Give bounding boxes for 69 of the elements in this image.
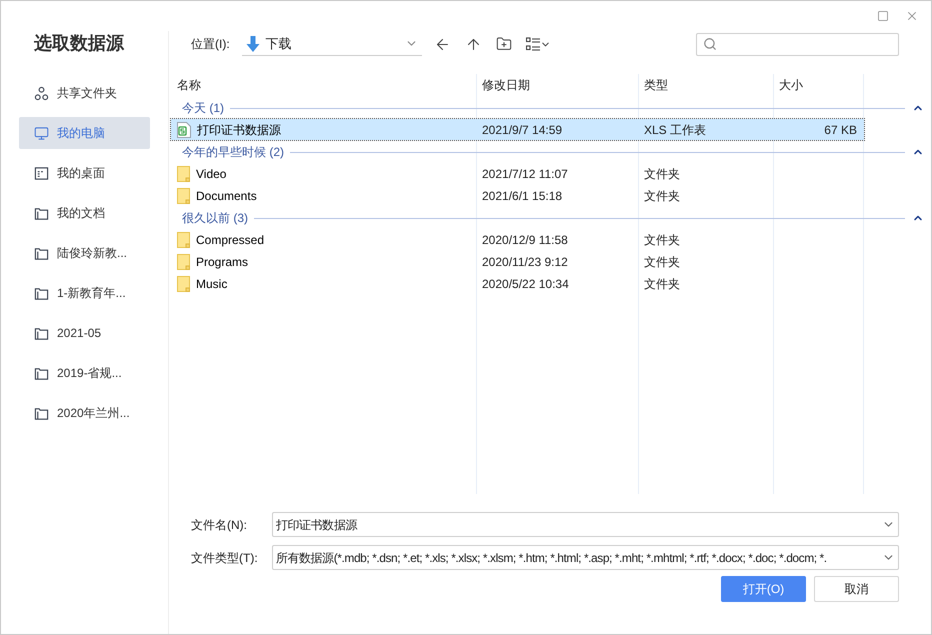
- date-cell-text: 2021/6/1 15:18: [481, 188, 564, 204]
- type-cell-text: 文件夹: [643, 166, 681, 182]
- search-icon: [703, 37, 717, 51]
- sidebar-item[interactable]: 我的桌面: [19, 157, 150, 189]
- field-label: 文件名(N):: [191, 516, 248, 534]
- sidebar-item[interactable]: 2019-省规...: [19, 357, 150, 389]
- sidebar-item[interactable]: 1-新教育年...: [19, 277, 150, 309]
- folder-icon: [34, 366, 49, 380]
- file-row[interactable]: Documents 2021/6/1 15:18 文件夹: [171, 185, 864, 206]
- folder-icon: [177, 166, 190, 182]
- file-row[interactable]: 打印证书数据源 2021/9/7 14:59 XLS 工作表 67 KB: [171, 119, 864, 140]
- type-cell-text: 文件夹: [643, 232, 681, 248]
- monitor-icon: [34, 126, 49, 140]
- sidebar-item[interactable]: 2020年兰州...: [19, 397, 150, 429]
- folder-icon: [177, 188, 190, 204]
- combo-field[interactable]: 打印证书数据源: [272, 512, 899, 537]
- combo-field[interactable]: 所有数据源(*.mdb; *.dsn; *.et; *.xls; *.xlsx; *.xlsm; *.htm; *.html; *.asp; *.mht; *.mhtml; *.rtf; *.docx; *.doc; *.docm; *.: [272, 545, 899, 570]
- date-cell-text: 2020/5/22 10:34: [481, 276, 570, 292]
- view-menu-icon[interactable]: [526, 37, 551, 51]
- file-name: Music: [196, 276, 228, 292]
- field-label: 文件类型(T):: [191, 550, 259, 566]
- share-icon: [34, 86, 49, 100]
- download-arrow-icon: [246, 36, 260, 52]
- file-name: Video: [196, 166, 226, 182]
- spreadsheet-file-icon: [177, 122, 191, 138]
- file-row[interactable]: Programs 2020/11/23 9:12 文件夹: [171, 251, 864, 272]
- location-label: 位置(I):: [191, 36, 230, 53]
- folder-icon: [34, 206, 49, 220]
- location-dropdown[interactable]: 下载: [242, 32, 422, 56]
- folder-icon: [177, 232, 190, 248]
- new-folder-icon[interactable]: [496, 36, 512, 52]
- column-header[interactable]: 大小: [773, 76, 863, 94]
- column-header[interactable]: 名称: [171, 76, 476, 94]
- type-cell-text: 文件夹: [643, 188, 681, 204]
- date-cell-text: 2021/7/12 11:07: [481, 166, 569, 182]
- date-cell-text: 2020/12/9 11:58: [481, 232, 569, 248]
- folder-icon: [34, 326, 49, 340]
- open-button[interactable]: 打开(O): [721, 576, 806, 602]
- folder-icon: [177, 254, 190, 270]
- folder-icon: [34, 286, 49, 300]
- cancel-button[interactable]: 取消: [814, 576, 899, 602]
- file-name: Programs: [196, 254, 248, 270]
- file-row[interactable]: Music 2020/5/22 10:34 文件夹: [171, 273, 864, 294]
- maximize-icon[interactable]: [877, 10, 889, 22]
- type-cell-text: 文件夹: [643, 254, 681, 270]
- type-cell-text: 文件夹: [643, 276, 681, 292]
- type-cell-text: XLS 工作表: [643, 122, 708, 138]
- sidebar-item[interactable]: 我的文档: [19, 197, 150, 229]
- file-row[interactable]: Compressed 2020/12/9 11:58 文件夹: [171, 229, 864, 250]
- size-cell-text: 67 KB: [824, 122, 857, 138]
- sidebar-item[interactable]: 2021-05: [19, 317, 150, 349]
- desktop-icon: [34, 166, 49, 180]
- folder-icon: [177, 276, 190, 292]
- date-cell-text: 2020/11/23 9:12: [481, 254, 569, 270]
- file-name: Compressed: [196, 232, 264, 248]
- dialog-title: 选取数据源: [33, 32, 126, 55]
- column-header[interactable]: 类型: [638, 76, 773, 94]
- file-name: Documents: [196, 188, 257, 204]
- sidebar-item[interactable]: 我的电脑: [19, 117, 150, 149]
- folder-icon: [34, 406, 49, 420]
- search-field[interactable]: [696, 32, 899, 56]
- file-name: 打印证书数据源: [197, 122, 281, 138]
- date-cell-text: 2021/9/7 14:59: [481, 122, 564, 138]
- folder-icon: [34, 246, 49, 260]
- sidebar-item[interactable]: 陆俊玲新教...: [19, 237, 150, 269]
- column-header[interactable]: 修改日期: [476, 76, 638, 94]
- close-icon[interactable]: [905, 9, 919, 23]
- file-row[interactable]: Video 2021/7/12 11:07 文件夹: [171, 163, 864, 184]
- sidebar-item[interactable]: 共享文件夹: [19, 77, 150, 109]
